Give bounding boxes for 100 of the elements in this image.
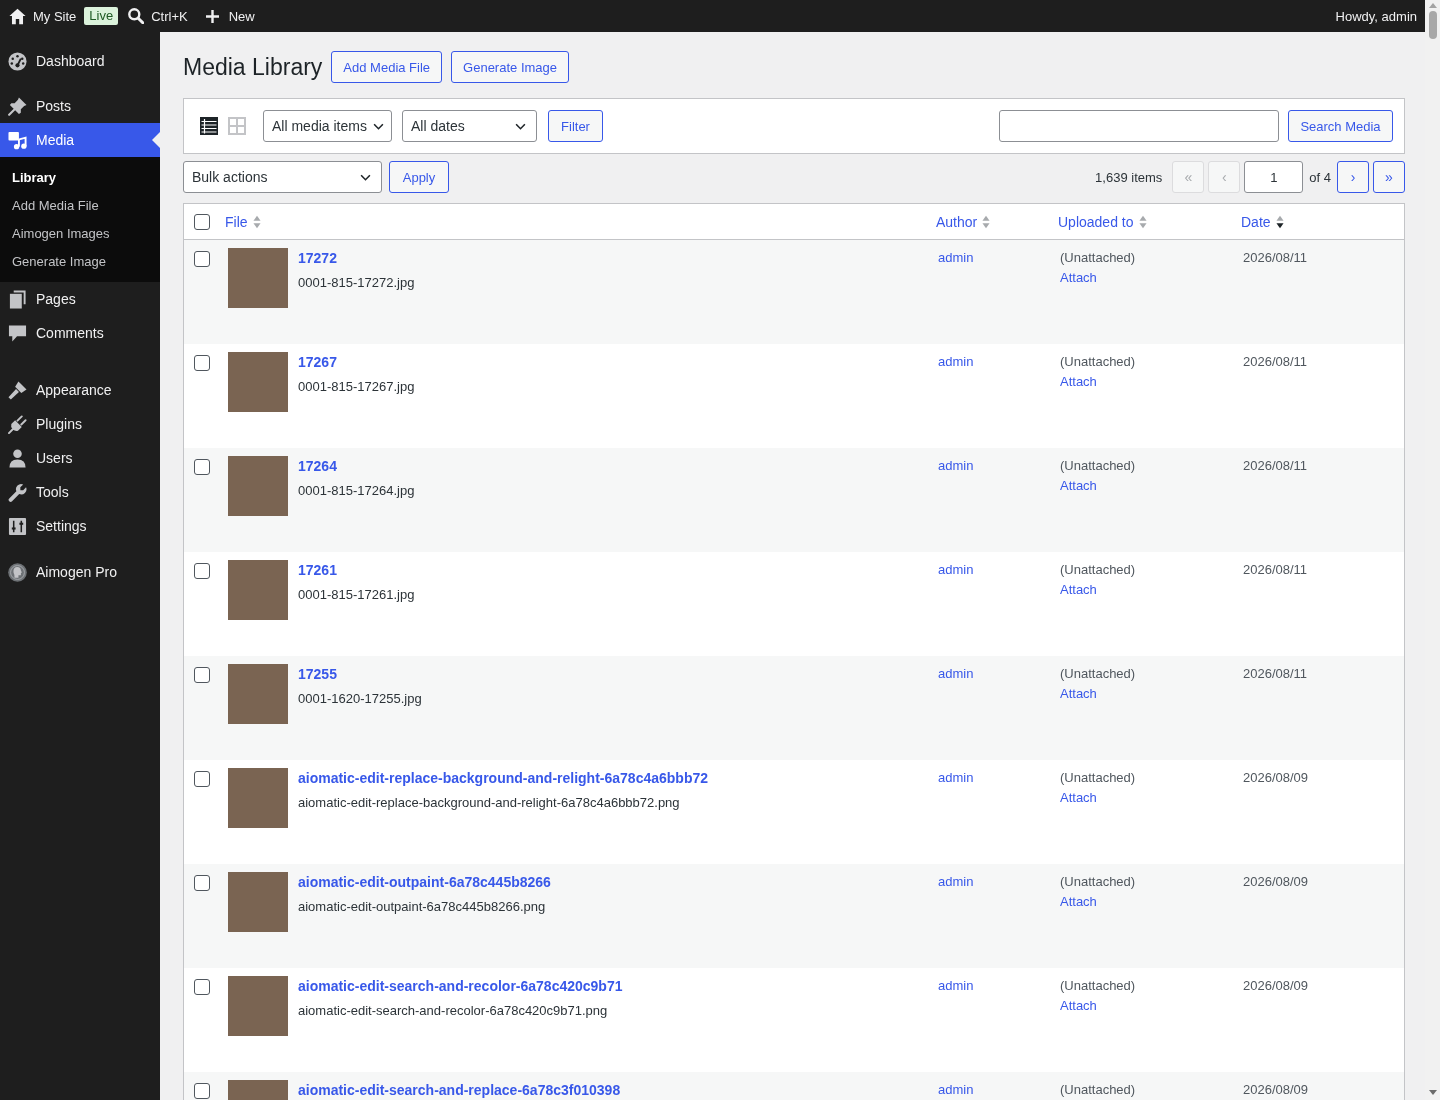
author-link[interactable]: admin bbox=[938, 1080, 974, 1100]
menu-item[interactable]: Posts bbox=[0, 89, 160, 123]
search-field[interactable] bbox=[999, 110, 1279, 142]
author-link[interactable]: admin bbox=[938, 872, 974, 892]
photo-placeholder bbox=[228, 872, 288, 932]
site-link[interactable]: My Site bbox=[9, 7, 77, 25]
attach-link[interactable]: Attach bbox=[1060, 268, 1097, 287]
attach-link[interactable]: Attach bbox=[1060, 476, 1097, 495]
attach-link[interactable]: Attach bbox=[1060, 996, 1097, 1015]
attach-link[interactable]: Attach bbox=[1060, 580, 1097, 599]
row-checkbox[interactable] bbox=[194, 771, 210, 787]
file-title-link[interactable]: 17267 bbox=[298, 352, 337, 372]
last-page-button[interactable]: » bbox=[1373, 161, 1405, 193]
attachment-status: (Unattached) bbox=[1060, 977, 1136, 995]
row-checkbox[interactable] bbox=[194, 875, 210, 891]
author-link[interactable]: admin bbox=[938, 664, 974, 684]
row-checkbox[interactable] bbox=[194, 251, 210, 267]
add-media-button[interactable]: Add Media File bbox=[331, 51, 443, 83]
camera-note-icon bbox=[8, 130, 27, 150]
author-link[interactable]: admin bbox=[938, 456, 974, 476]
menu-item[interactable]: Plugins bbox=[0, 407, 160, 441]
next-page-button[interactable]: › bbox=[1337, 161, 1369, 193]
row-checkbox[interactable] bbox=[194, 459, 210, 475]
author-link[interactable]: admin bbox=[938, 352, 974, 372]
author-link[interactable]: admin bbox=[938, 248, 974, 268]
down-arrow-icon[interactable] bbox=[1428, 1090, 1437, 1095]
attach-link[interactable]: Attach bbox=[1060, 788, 1097, 807]
author-link[interactable]: admin bbox=[938, 768, 974, 788]
author-link[interactable]: admin bbox=[938, 976, 974, 996]
attach-link[interactable]: Attach bbox=[1060, 684, 1097, 703]
file-name: aiomatic-edit-replace-background-and-relight-6a78c4a6bbb72.png bbox=[298, 794, 680, 812]
menu-item[interactable]: Aimogen Pro bbox=[0, 555, 160, 589]
menu-item[interactable]: Media bbox=[0, 123, 160, 157]
file-name: 0001-1620-17255.jpg bbox=[298, 690, 422, 708]
media-type-select[interactable]: All media items bbox=[263, 110, 392, 142]
column-header[interactable]: Date bbox=[1241, 213, 1284, 230]
page-number-field[interactable]: 1 bbox=[1244, 161, 1304, 193]
submenu-item[interactable]: Add Media File bbox=[0, 192, 160, 220]
upload-date: 2026/08/11 bbox=[1243, 561, 1308, 579]
attach-link[interactable]: Attach bbox=[1060, 892, 1097, 911]
photo-placeholder bbox=[228, 664, 288, 724]
date-select[interactable]: All dates bbox=[402, 110, 537, 142]
file-title-link[interactable]: aiomatic-edit-search-and-replace-6a78c3f010398 bbox=[298, 1080, 621, 1100]
search-media-button[interactable]: Search Media bbox=[1288, 110, 1393, 142]
upload-date: 2026/08/11 bbox=[1243, 665, 1308, 683]
file-title-link[interactable]: aiomatic-edit-replace-background-and-relight-6a78c4a6bbb72 bbox=[298, 768, 708, 788]
new-button[interactable]: New bbox=[205, 8, 255, 24]
search-button[interactable]: Ctrl+K bbox=[128, 8, 188, 24]
person-icon bbox=[8, 448, 27, 468]
author-link[interactable]: admin bbox=[938, 560, 974, 580]
photo-placeholder bbox=[228, 248, 288, 308]
file-name: 0001-815-17272.jpg bbox=[298, 274, 415, 292]
photo-placeholder bbox=[228, 352, 288, 412]
column-header[interactable]: Author bbox=[936, 213, 991, 230]
row-checkbox[interactable] bbox=[194, 979, 210, 995]
stacked-pages-icon bbox=[8, 289, 27, 309]
menu-item[interactable]: Pages bbox=[0, 282, 160, 316]
attachment-status: (Unattached) bbox=[1060, 353, 1136, 371]
photo-placeholder bbox=[228, 560, 288, 620]
menu-item[interactable]: Comments bbox=[0, 316, 160, 350]
menu-item[interactable]: Settings bbox=[0, 509, 160, 543]
attachment-status: (Unattached) bbox=[1060, 873, 1136, 891]
row-checkbox[interactable] bbox=[194, 355, 210, 371]
row-checkbox[interactable] bbox=[194, 667, 210, 683]
paintbrush-icon bbox=[8, 380, 27, 400]
apply-button[interactable]: Apply bbox=[389, 161, 449, 193]
list-view-icon[interactable] bbox=[200, 117, 218, 135]
account-link[interactable]: Howdy, admin bbox=[1335, 8, 1417, 24]
file-title-link[interactable]: 17255 bbox=[298, 664, 337, 684]
menu-item[interactable]: Appearance bbox=[0, 373, 160, 407]
filter-button[interactable]: Filter bbox=[548, 110, 603, 142]
menu-item[interactable]: Dashboard bbox=[0, 44, 160, 78]
file-title-link[interactable]: aiomatic-edit-search-and-recolor-6a78c420c9b71 bbox=[298, 976, 623, 996]
upload-date: 2026/08/09 bbox=[1243, 769, 1309, 787]
attach-link[interactable]: Attach bbox=[1060, 372, 1097, 391]
submenu-item[interactable]: Aimogen Images bbox=[0, 220, 160, 248]
file-title-link[interactable]: aiomatic-edit-outpaint-6a78c445b8266 bbox=[298, 872, 551, 892]
generate-image-button[interactable]: Generate Image bbox=[451, 51, 569, 83]
file-title-link[interactable]: 17272 bbox=[298, 248, 337, 268]
attachment-status: (Unattached) bbox=[1060, 1081, 1136, 1099]
attachment-status: (Unattached) bbox=[1060, 561, 1136, 579]
round-emblem-icon bbox=[8, 562, 27, 582]
upload-date: 2026/08/09 bbox=[1243, 977, 1309, 995]
submenu-item[interactable]: Generate Image bbox=[0, 248, 160, 276]
upload-date: 2026/08/11 bbox=[1243, 353, 1308, 371]
file-title-link[interactable]: 17261 bbox=[298, 560, 337, 580]
menu-item[interactable]: Users bbox=[0, 441, 160, 475]
scrollbar[interactable] bbox=[1425, 0, 1440, 1100]
row-checkbox[interactable] bbox=[194, 563, 210, 579]
select-all-checkbox[interactable] bbox=[194, 213, 210, 230]
bulk-actions-select[interactable]: Bulk actions bbox=[183, 161, 382, 193]
chevron-down-icon bbox=[360, 173, 371, 181]
submenu-item[interactable]: Library bbox=[0, 164, 160, 192]
scrollbar-thumb[interactable] bbox=[1428, 11, 1437, 39]
file-title-link[interactable]: 17264 bbox=[298, 456, 337, 476]
menu-item[interactable]: Tools bbox=[0, 475, 160, 509]
column-header[interactable]: File bbox=[225, 213, 261, 230]
row-checkbox[interactable] bbox=[194, 1083, 210, 1099]
status-badge: Live bbox=[84, 7, 119, 25]
column-header[interactable]: Uploaded to bbox=[1058, 213, 1147, 230]
